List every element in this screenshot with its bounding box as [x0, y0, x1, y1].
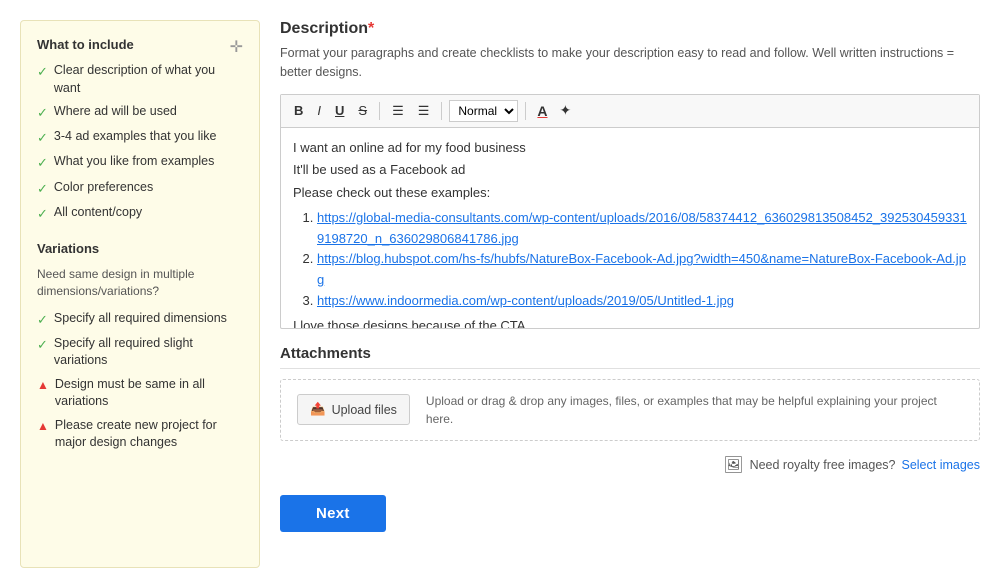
- upload-button[interactable]: 📤 Upload files: [297, 394, 410, 425]
- upload-button-label: Upload files: [332, 403, 397, 417]
- variation-item: ▲ Please create new project for major des…: [37, 417, 243, 452]
- check-icon: ✓: [37, 180, 48, 198]
- variation-item-text: Specify all required slight variations: [54, 335, 243, 370]
- editor-line-3: Please check out these examples:: [293, 183, 967, 204]
- field-hint: Format your paragraphs and create checkl…: [280, 44, 980, 82]
- check-icon: ✓: [37, 63, 48, 81]
- check-icon: ✓: [37, 311, 48, 329]
- sidebar-item: ✓ 3-4 ad examples that you like: [37, 128, 243, 147]
- sidebar-item: ✓ Clear description of what you want: [37, 62, 243, 97]
- sidebar-item: ✓ Color preferences: [37, 179, 243, 198]
- sidebar-item-text: Color preferences: [54, 179, 153, 197]
- toolbar-divider-1: [379, 102, 380, 120]
- sidebar-panel: ✛ What to include ✓ Clear description of …: [20, 20, 260, 568]
- attachments-label: Attachments: [280, 345, 980, 369]
- sidebar-item-text: What you like from examples: [54, 153, 214, 171]
- next-button[interactable]: Next: [280, 495, 386, 532]
- upload-hint: Upload or drag & drop any images, files,…: [426, 392, 963, 428]
- editor-line-4: I love those designs because of the CTA: [293, 316, 967, 328]
- check-icon: ✓: [37, 336, 48, 354]
- check-icon: ✓: [37, 104, 48, 122]
- italic-button[interactable]: I: [312, 101, 326, 120]
- check-icon: ✓: [37, 154, 48, 172]
- variation-item: ✓ Specify all required dimensions: [37, 310, 243, 329]
- variation-item: ✓ Specify all required slight variations: [37, 335, 243, 370]
- sidebar-item-text: Where ad will be used: [54, 103, 177, 121]
- underline-button[interactable]: U: [330, 101, 349, 120]
- sidebar-item: ✓ All content/copy: [37, 204, 243, 223]
- field-label: Description*: [280, 20, 980, 38]
- strikethrough-button[interactable]: S: [353, 101, 372, 120]
- royalty-image-icon: 🖼: [723, 455, 743, 475]
- variations-section: Variations Need same design in multiple …: [37, 241, 243, 452]
- royalty-text: Need royalty free images?: [750, 458, 896, 472]
- sidebar-item-text: Clear description of what you want: [54, 62, 243, 97]
- sidebar-title: What to include: [37, 37, 243, 52]
- upload-icon: 📤: [310, 402, 326, 417]
- sidebar-item: ✓ Where ad will be used: [37, 103, 243, 122]
- editor-link-3: https://www.indoormedia.com/wp-content/u…: [317, 291, 967, 312]
- editor-toolbar: B I U S ☰ ☰ Normal Small Large Huge A ✦: [281, 95, 979, 128]
- bold-button[interactable]: B: [289, 101, 308, 120]
- editor-link-2: https://blog.hubspot.com/hs-fs/hubfs/Nat…: [317, 249, 967, 291]
- unordered-list-button[interactable]: ☰: [413, 101, 435, 121]
- move-icon[interactable]: ✛: [230, 37, 243, 57]
- variation-item-text: Specify all required dimensions: [54, 310, 227, 328]
- warning-icon: ▲: [37, 418, 49, 435]
- description-editor: B I U S ☰ ☰ Normal Small Large Huge A ✦: [280, 94, 980, 329]
- sidebar-item-text: All content/copy: [54, 204, 142, 222]
- font-size-select[interactable]: Normal Small Large Huge: [449, 100, 518, 122]
- attachments-box: 📤 Upload files Upload or drag & drop any…: [280, 379, 980, 441]
- check-icon: ✓: [37, 129, 48, 147]
- variations-subtitle: Need same design in multiple dimensions/…: [37, 266, 243, 300]
- toolbar-divider-2: [441, 102, 442, 120]
- variation-item: ▲ Design must be same in all variations: [37, 376, 243, 411]
- variation-item-text: Design must be same in all variations: [55, 376, 243, 411]
- warning-icon: ▲: [37, 377, 49, 394]
- editor-line-1: I want an online ad for my food business: [293, 138, 967, 159]
- select-images-link[interactable]: Select images: [901, 458, 980, 472]
- variation-item-text: Please create new project for major desi…: [55, 417, 243, 452]
- editor-line-2: It'll be used as a Facebook ad: [293, 160, 967, 181]
- editor-body[interactable]: I want an online ad for my food business…: [281, 128, 979, 328]
- toolbar-divider-3: [525, 102, 526, 120]
- sidebar-item: ✓ What you like from examples: [37, 153, 243, 172]
- sidebar-item-text: 3-4 ad examples that you like: [54, 128, 217, 146]
- main-content: Description* Format your paragraphs and …: [280, 20, 980, 568]
- royalty-row: 🖼 Need royalty free images? Select image…: [280, 455, 980, 475]
- font-color-icon[interactable]: A: [533, 101, 551, 121]
- editor-link-1: https://global-media-consultants.com/wp-…: [317, 208, 967, 250]
- ordered-list-button[interactable]: ☰: [387, 101, 409, 121]
- magic-icon[interactable]: ✦: [556, 100, 576, 121]
- check-icon: ✓: [37, 205, 48, 223]
- variations-title: Variations: [37, 241, 243, 256]
